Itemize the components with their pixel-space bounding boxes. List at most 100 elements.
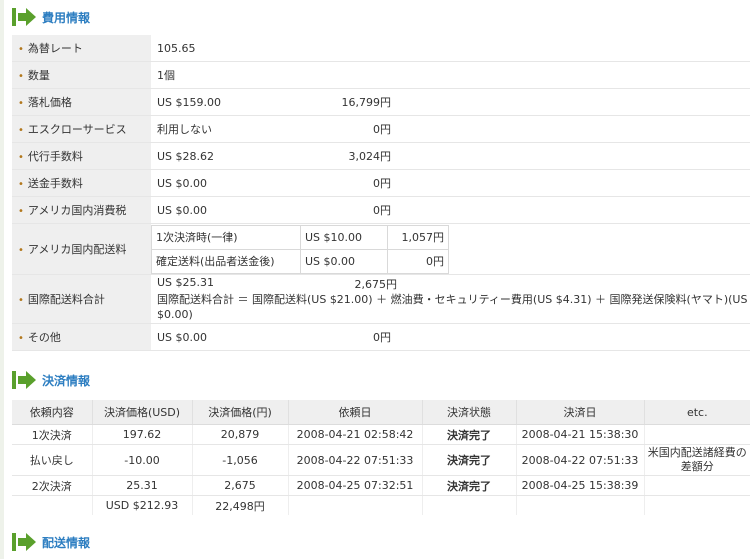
column-header: 依頼日 xyxy=(287,400,422,425)
domestic-shipping-jpy: 1,057円 xyxy=(387,224,449,250)
table-row: 2次決済 25.31 2,675 2008-04-25 07:32:51 決済完… xyxy=(12,475,750,496)
column-header: etc. xyxy=(643,400,750,425)
fee-jpy: 0円 xyxy=(277,115,391,143)
payment-date: 2008-04-21 15:38:30 xyxy=(515,424,644,445)
column-header: 決済価格(USD) xyxy=(91,400,192,425)
bullet-icon: • xyxy=(18,125,24,136)
fee-usd: US $159.00 xyxy=(151,88,277,116)
payment-table: 依頼内容 決済価格(USD) 決済価格(円) 依頼日 決済状態 決済日 etc.… xyxy=(12,400,750,515)
domestic-shipping-subtable: 1次決済時(一律) US $10.00 1,057円 確定送料(出品者送金後) … xyxy=(151,224,449,274)
payment-etc xyxy=(643,475,750,496)
fee-label: 数量 xyxy=(27,69,50,82)
domestic-shipping-name: 確定送料(出品者送金後) xyxy=(151,248,301,274)
fee-label: アメリカ国内配送料 xyxy=(27,243,127,256)
fee-row-intl-shipping: • 国際配送料合計 US $25.31 2,675円 国際配送料合計 ＝ 国際配送… xyxy=(12,274,750,324)
section-title-fees: 費用情報 xyxy=(42,10,91,25)
fee-label: 為替レート xyxy=(27,42,83,55)
column-header: 決済日 xyxy=(515,400,644,425)
left-accent-bar xyxy=(0,0,4,559)
fee-jpy: 0円 xyxy=(277,196,391,224)
payment-usd: 25.31 xyxy=(91,475,192,496)
fee-row-domestic-shipping: • アメリカ国内配送料 1次決済時(一律) US $10.00 1,057円 確定… xyxy=(12,223,750,275)
fee-usd: US $0.00 xyxy=(151,169,277,197)
section-header-fees: 費用情報 xyxy=(12,6,90,28)
payment-total-row: USD $212.93 22,498円 xyxy=(12,495,750,515)
payment-jpy: -1,056 xyxy=(191,444,288,476)
fee-label: エスクローサービス xyxy=(27,123,127,136)
green-arrow-icon xyxy=(12,8,36,26)
payment-type: 払い戻し xyxy=(12,444,92,476)
domestic-shipping-usd: US $0.00 xyxy=(300,248,388,274)
fee-label: 落札価格 xyxy=(27,96,72,109)
payment-type: 2次決済 xyxy=(12,475,92,496)
payment-total-usd: USD $212.93 xyxy=(91,495,192,515)
bullet-icon: • xyxy=(18,98,24,109)
section-header-payment: 決済情報 xyxy=(12,369,90,391)
section-title-shipping: 配送情報 xyxy=(42,535,91,550)
bullet-icon: • xyxy=(18,179,24,190)
domestic-shipping-jpy: 0円 xyxy=(387,248,449,274)
bullet-icon: • xyxy=(18,295,24,306)
table-row: 1次決済 197.62 20,879 2008-04-21 02:58:42 決… xyxy=(12,424,750,445)
payment-jpy: 2,675 xyxy=(191,475,288,496)
intl-shipping-jpy: 2,675円 xyxy=(354,278,398,291)
bullet-icon: • xyxy=(18,71,24,82)
payment-status: 決済完了 xyxy=(421,444,516,476)
fee-row-quantity: • 数量 1個 xyxy=(12,61,750,89)
fee-usd: 105.65 xyxy=(151,35,277,62)
fee-jpy: 3,024円 xyxy=(277,142,391,170)
green-arrow-icon xyxy=(12,533,36,551)
section-header-shipping: 配送情報 xyxy=(12,531,90,553)
payment-total-jpy: 22,498円 xyxy=(191,495,288,515)
payment-etc: 米国内配送諸経費の差額分 xyxy=(643,444,750,476)
request-date: 2008-04-25 07:32:51 xyxy=(287,475,422,496)
fee-row-rate: • 為替レート 105.65 xyxy=(12,35,750,62)
fee-usd: US $0.00 xyxy=(151,196,277,224)
payment-jpy: 20,879 xyxy=(191,424,288,445)
column-header: 決済価格(円) xyxy=(191,400,288,425)
request-date: 2008-04-21 02:58:42 xyxy=(287,424,422,445)
fee-usd: 1個 xyxy=(151,61,277,89)
fee-usd: US $0.00 xyxy=(151,323,277,351)
fee-row-remittance-fee: • 送金手数料 US $0.00 0円 xyxy=(12,169,750,197)
fee-label: その他 xyxy=(27,331,61,344)
intl-shipping-breakdown: 国際配送料合計 ＝ 国際配送料(US $21.00) ＋ 燃油費・セキュリティー… xyxy=(157,293,748,321)
column-header: 決済状態 xyxy=(421,400,516,425)
payment-usd: -10.00 xyxy=(91,444,192,476)
fee-row-agency-fee: • 代行手数料 US $28.62 3,024円 xyxy=(12,142,750,170)
fee-jpy: 16,799円 xyxy=(277,88,391,116)
domestic-shipping-row: 1次決済時(一律) US $10.00 1,057円 xyxy=(151,224,449,250)
bullet-icon: • xyxy=(18,206,24,217)
fee-label: アメリカ国内消費税 xyxy=(27,204,127,217)
fee-usd: 利用しない xyxy=(151,115,277,143)
domestic-shipping-row: 確定送料(出品者送金後) US $0.00 0円 xyxy=(151,248,449,274)
fees-table: • 為替レート 105.65 • 数量 1個 • 落札価格 US $159.00 16… xyxy=(12,35,750,351)
fee-row-us-tax: • アメリカ国内消費税 US $0.00 0円 xyxy=(12,196,750,224)
bullet-icon: • xyxy=(18,152,24,163)
fee-jpy: 0円 xyxy=(277,169,391,197)
payment-date: 2008-04-22 07:51:33 xyxy=(515,444,644,476)
request-date: 2008-04-22 07:51:33 xyxy=(287,444,422,476)
payment-status: 決済完了 xyxy=(421,424,516,445)
fee-row-winning-price: • 落札価格 US $159.00 16,799円 xyxy=(12,88,750,116)
green-arrow-icon xyxy=(12,371,36,389)
intl-shipping-usd: US $25.31 xyxy=(157,276,215,289)
section-title-payment: 決済情報 xyxy=(42,373,91,388)
bullet-icon: • xyxy=(18,44,24,55)
fee-row-other: • その他 US $0.00 0円 xyxy=(12,323,750,351)
payment-usd: 197.62 xyxy=(91,424,192,445)
payment-type: 1次決済 xyxy=(12,424,92,445)
payment-etc xyxy=(643,424,750,445)
fee-label: 国際配送料合計 xyxy=(27,293,105,306)
fee-jpy xyxy=(277,61,391,89)
domestic-shipping-name: 1次決済時(一律) xyxy=(151,224,301,250)
payment-header-row: 依頼内容 決済価格(USD) 決済価格(円) 依頼日 決済状態 決済日 etc. xyxy=(12,400,750,425)
fee-jpy xyxy=(277,35,391,62)
fee-row-escrow: • エスクローサービス 利用しない 0円 xyxy=(12,115,750,143)
fee-label: 代行手数料 xyxy=(27,150,83,163)
bullet-icon: • xyxy=(18,333,24,344)
domestic-shipping-usd: US $10.00 xyxy=(300,224,388,250)
payment-status: 決済完了 xyxy=(421,475,516,496)
fee-jpy: 0円 xyxy=(277,323,391,351)
fee-label: 送金手数料 xyxy=(27,177,83,190)
